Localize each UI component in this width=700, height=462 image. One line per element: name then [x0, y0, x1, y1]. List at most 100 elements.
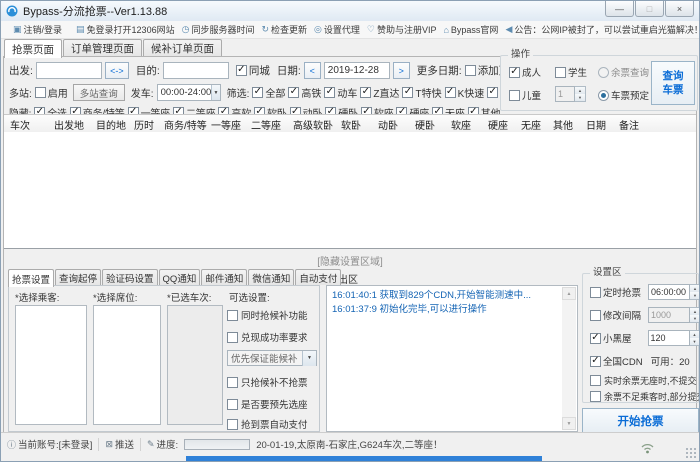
filter-d-train-checkbox[interactable]: 动车: [324, 85, 357, 100]
col-hard-sleeper[interactable]: 硬卧: [415, 117, 435, 132]
tab-candidate-orders[interactable]: 候补订单页面: [143, 39, 222, 56]
toolbar-label: Bypass官网: [451, 23, 499, 36]
preselect-seat-checkbox[interactable]: 是否要预先选座: [227, 397, 308, 411]
same-city-checkbox[interactable]: 同城: [236, 63, 270, 78]
candidate-option-checkbox[interactable]: 同时抢候补功能: [227, 308, 308, 322]
date-input[interactable]: 2019-12-28: [324, 62, 390, 79]
query-ticket-button[interactable]: 查询车票: [651, 61, 695, 105]
col-soft-seat[interactable]: 软座: [451, 117, 471, 132]
selected-train-listbox[interactable]: [167, 305, 223, 425]
col-hard-seat[interactable]: 硬座: [488, 117, 508, 132]
interval-stepper[interactable]: 1000: [648, 307, 700, 323]
blackroom-stepper[interactable]: 120: [648, 330, 700, 346]
col-d-sleeper[interactable]: 动卧: [378, 117, 398, 132]
stepper-arrows-icon[interactable]: [690, 307, 700, 323]
scroll-up-icon[interactable]: [562, 287, 576, 300]
col-business[interactable]: 商务/特等: [164, 117, 207, 132]
tab-auto-pay[interactable]: 自动支付: [295, 269, 341, 285]
from-input[interactable]: [36, 62, 102, 79]
col-date[interactable]: 日期: [586, 117, 606, 132]
no-seat-skip-checkbox[interactable]: 实时余票无座时,不提交: [590, 374, 697, 387]
to-input[interactable]: [163, 62, 229, 79]
autopay-checkbox[interactable]: 抢到票自动支付: [227, 417, 308, 431]
col-to[interactable]: 目的地: [96, 117, 126, 132]
interval-checkbox[interactable]: 修改间隔: [590, 308, 641, 322]
train-table-body[interactable]: [4, 132, 696, 249]
output-scrollbar[interactable]: [562, 287, 576, 430]
tab-order-management[interactable]: 订单管理页面: [63, 39, 142, 56]
seat-listbox[interactable]: [93, 305, 161, 425]
multi-station-enable-checkbox[interactable]: 启用: [35, 85, 68, 100]
tab-grab-ticket[interactable]: 抢票页面: [4, 39, 62, 58]
tab-qq-notify[interactable]: QQ通知: [159, 269, 201, 285]
next-date-button[interactable]: >: [393, 62, 410, 79]
stepper-arrows-icon[interactable]: [690, 330, 700, 346]
tab-label: 抢票页面: [12, 42, 54, 57]
swap-stations-button[interactable]: <->: [105, 62, 129, 79]
toolbar-login-logout[interactable]: ▣注销/登录: [13, 23, 62, 36]
toolbar-open-12306[interactable]: ▤免登录打开12306网站: [76, 23, 175, 36]
timed-grab-stepper[interactable]: 06:00:00: [648, 284, 700, 300]
child-count-stepper[interactable]: 1: [555, 86, 586, 102]
student-checkbox[interactable]: 学生: [555, 65, 587, 79]
toolbar-website[interactable]: ⌂Bypass官网: [443, 23, 498, 36]
col-train-no[interactable]: 车次: [10, 117, 30, 132]
only-candidate-checkbox[interactable]: 只抢候补不抢票: [227, 375, 308, 389]
depart-time-select[interactable]: 00:00-24:00: [157, 84, 221, 101]
col-remark[interactable]: 备注: [619, 117, 639, 132]
priority-select[interactable]: 优先保证能候补: [227, 350, 317, 366]
passenger-listbox[interactable]: [15, 305, 87, 425]
progress-bar: [184, 439, 250, 450]
col-from[interactable]: 出发地: [54, 117, 84, 132]
partial-submit-checkbox[interactable]: 余票不足乘客时,部分提交: [590, 390, 700, 403]
toolbar-proxy[interactable]: ◎设置代理: [314, 23, 360, 36]
adult-checkbox[interactable]: 成人: [509, 65, 541, 79]
toolbar-check-update[interactable]: ↻检查更新: [261, 23, 307, 36]
tab-wechat-notify[interactable]: 微信通知: [248, 269, 294, 285]
filter-z-train-checkbox[interactable]: Z直达: [360, 85, 399, 100]
checkbox-icon: [236, 65, 247, 76]
tab-grab-settings[interactable]: 抢票设置: [8, 269, 54, 287]
maximize-button[interactable]: □: [635, 1, 664, 17]
resize-grip[interactable]: [685, 447, 697, 459]
filter-k-train-checkbox[interactable]: K快速: [445, 85, 485, 100]
checkbox-icon: [590, 310, 601, 321]
push-toggle[interactable]: ⊠推送: [105, 437, 134, 451]
filter-all-checkbox[interactable]: 全部: [252, 85, 285, 100]
success-rate-option-checkbox[interactable]: 兑现成功率要求: [227, 330, 308, 344]
close-button[interactable]: ×: [665, 1, 694, 17]
tab-email-notify[interactable]: 邮件通知: [201, 269, 247, 285]
start-grab-button[interactable]: 开始抢票: [582, 408, 699, 433]
stepper-arrows-icon[interactable]: [690, 284, 700, 300]
blackroom-checkbox[interactable]: 小黑屋: [590, 331, 632, 345]
timed-grab-value: 06:00:00: [648, 284, 690, 300]
col-other[interactable]: 其他: [553, 117, 573, 132]
filter-highspeed-checkbox[interactable]: 高铁: [288, 85, 321, 100]
ticket-booking-radio[interactable]: 车票预定: [598, 88, 649, 102]
col-no-seat[interactable]: 无座: [521, 117, 541, 132]
checkbox-label: 动车: [337, 85, 357, 100]
toolbar-sync-time[interactable]: ◷同步服务器时间: [182, 23, 255, 36]
col-second-class[interactable]: 二等座: [251, 117, 281, 132]
col-duration[interactable]: 历时: [134, 117, 154, 132]
child-checkbox[interactable]: 儿童: [509, 88, 541, 102]
scroll-down-icon[interactable]: [562, 417, 576, 430]
col-first-class[interactable]: 一等座: [211, 117, 241, 132]
tab-captcha-settings[interactable]: 验证码设置: [102, 269, 158, 285]
output-log[interactable]: 16:01:40:1 获取到829个CDN,开始智能测速中... 16:01:3…: [326, 285, 578, 432]
stepper-arrows-icon[interactable]: [575, 86, 586, 102]
col-soft-sleeper[interactable]: 软卧: [341, 117, 361, 132]
filter-t-train-checkbox[interactable]: T特快: [402, 85, 441, 100]
prev-date-button[interactable]: <: [304, 62, 321, 79]
timed-grab-checkbox[interactable]: 定时抢票: [590, 285, 641, 299]
operation-groupbox: 操作 成人 学生 儿童 1 余票查询 车票预定 查询车票: [500, 55, 698, 111]
toolbar-vip[interactable]: ♡赞助与注册VIP: [367, 23, 437, 36]
col-premium-soft[interactable]: 高级软卧: [293, 117, 333, 132]
minimize-button[interactable]: —: [605, 1, 634, 17]
tab-query-startstop[interactable]: 查询起停: [55, 269, 101, 285]
remaining-query-radio[interactable]: 余票查询: [598, 65, 649, 79]
child-count-value: 1: [555, 86, 575, 102]
cdn-checkbox[interactable]: 全国CDN: [590, 354, 643, 368]
bottom-tabs: 抢票设置 查询起停 验证码设置 QQ通知 邮件通知 微信通知 自动支付: [8, 269, 341, 287]
multi-station-query-button[interactable]: 多站查询: [73, 84, 125, 101]
